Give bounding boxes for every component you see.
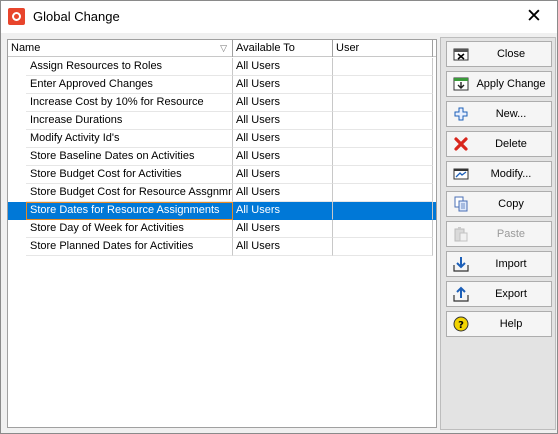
column-header-available-to[interactable]: Available To <box>233 40 333 57</box>
column-header-user[interactable]: User <box>333 40 433 57</box>
row-available-to-cell: All Users <box>233 130 333 148</box>
row-user-cell <box>333 238 433 256</box>
row-name-cell: Increase Cost by 10% for Resource <box>26 94 233 112</box>
row-name-cell: Store Dates for Resource Assignments <box>26 202 233 220</box>
oracle-app-icon <box>8 8 25 25</box>
row-user-cell <box>333 94 433 112</box>
table-row[interactable]: Store Baseline Dates on Activities All U… <box>8 148 436 166</box>
apply-change-button-label: Apply Change <box>476 78 546 90</box>
column-header-name[interactable]: Name ▽ <box>8 40 233 57</box>
row-user-cell <box>333 130 433 148</box>
plus-icon <box>454 107 468 121</box>
paste-button-label: Paste <box>496 228 526 240</box>
window-close-button[interactable]: ✕ <box>511 1 557 33</box>
paste-button[interactable]: Paste <box>446 221 552 247</box>
window-title: Global Change <box>33 9 120 24</box>
row-user-cell <box>333 220 433 238</box>
apply-change-button[interactable]: Apply Change <box>446 71 552 97</box>
copy-button-label: Copy <box>498 198 524 210</box>
copy-button[interactable]: Copy <box>446 191 552 217</box>
row-user-cell <box>333 166 433 184</box>
red-x-icon <box>454 137 468 151</box>
help-icon: ? <box>453 316 469 332</box>
table-header: Name ▽ Available To User <box>8 40 436 57</box>
row-user-cell <box>333 58 433 76</box>
row-name-cell: Assign Resources to Roles <box>26 58 233 76</box>
row-name-cell: Store Budget Cost for Resource Assgnmn <box>26 184 233 202</box>
title-bar[interactable]: Global Change ✕ <box>1 1 557 33</box>
global-change-table: Name ▽ Available To User Assign Resource… <box>7 39 437 428</box>
table-row[interactable]: Store Day of Week for Activities All Use… <box>8 220 436 238</box>
row-available-to-cell: All Users <box>233 94 333 112</box>
close-button-label: Close <box>496 48 526 60</box>
modify-icon <box>453 168 469 180</box>
row-name-cell: Enter Approved Changes <box>26 76 233 94</box>
row-available-to-cell: All Users <box>233 184 333 202</box>
svg-text:?: ? <box>458 320 464 331</box>
row-available-to-cell: All Users <box>233 220 333 238</box>
row-user-cell <box>333 76 433 94</box>
row-user-cell <box>333 202 433 220</box>
table-row[interactable]: Assign Resources to Roles All Users <box>8 58 436 76</box>
help-button[interactable]: ? Help <box>446 311 552 337</box>
close-dialog-icon <box>453 48 469 61</box>
apply-change-icon <box>453 77 469 91</box>
new-button[interactable]: New... <box>446 101 552 127</box>
row-available-to-cell: All Users <box>233 238 333 256</box>
row-user-cell <box>333 112 433 130</box>
row-name-cell: Increase Durations <box>26 112 233 130</box>
row-available-to-cell: All Users <box>233 148 333 166</box>
global-change-dialog: Global Change ✕ Name ▽ Available To User… <box>0 0 558 434</box>
copy-icon <box>454 196 468 212</box>
row-available-to-cell: All Users <box>233 58 333 76</box>
modify-button[interactable]: Modify... <box>446 161 552 187</box>
close-button[interactable]: Close <box>446 41 552 67</box>
export-icon <box>453 286 469 302</box>
table-row[interactable]: Store Planned Dates for Activities All U… <box>8 238 436 256</box>
export-button-label: Export <box>495 288 527 300</box>
table-row[interactable]: Increase Cost by 10% for Resource All Us… <box>8 94 436 112</box>
table-row[interactable]: Store Budget Cost for Resource Assgnmn A… <box>8 184 436 202</box>
delete-button[interactable]: Delete <box>446 131 552 157</box>
paste-icon <box>454 227 468 242</box>
row-available-to-cell: All Users <box>233 112 333 130</box>
table-row[interactable]: Store Budget Cost for Activities All Use… <box>8 166 436 184</box>
row-name-cell: Store Baseline Dates on Activities <box>26 148 233 166</box>
action-button-panel: Close Apply Change New... Delete Modify.… <box>440 37 556 430</box>
table-row-selected[interactable]: Store Dates for Resource Assignments All… <box>8 202 436 220</box>
row-available-to-cell: All Users <box>233 76 333 94</box>
row-name-cell: Store Budget Cost for Activities <box>26 166 233 184</box>
new-button-label: New... <box>495 108 527 120</box>
row-available-to-cell: All Users <box>233 202 333 220</box>
row-name-cell: Store Day of Week for Activities <box>26 220 233 238</box>
table-body: Assign Resources to Roles All Users Ente… <box>8 58 436 256</box>
export-button[interactable]: Export <box>446 281 552 307</box>
sort-indicator-icon: ▽ <box>220 43 227 53</box>
help-button-label: Help <box>499 318 523 330</box>
import-icon <box>453 257 469 272</box>
delete-button-label: Delete <box>495 138 527 150</box>
row-user-cell <box>333 148 433 166</box>
table-row[interactable]: Modify Activity Id's All Users <box>8 130 436 148</box>
row-user-cell <box>333 184 433 202</box>
modify-button-label: Modify... <box>490 168 532 180</box>
import-button[interactable]: Import <box>446 251 552 277</box>
table-row[interactable]: Increase Durations All Users <box>8 112 436 130</box>
row-name-cell: Modify Activity Id's <box>26 130 233 148</box>
column-header-name-label: Name <box>11 42 41 54</box>
row-available-to-cell: All Users <box>233 166 333 184</box>
import-button-label: Import <box>495 258 527 270</box>
row-name-cell: Store Planned Dates for Activities <box>26 238 233 256</box>
table-row[interactable]: Enter Approved Changes All Users <box>8 76 436 94</box>
